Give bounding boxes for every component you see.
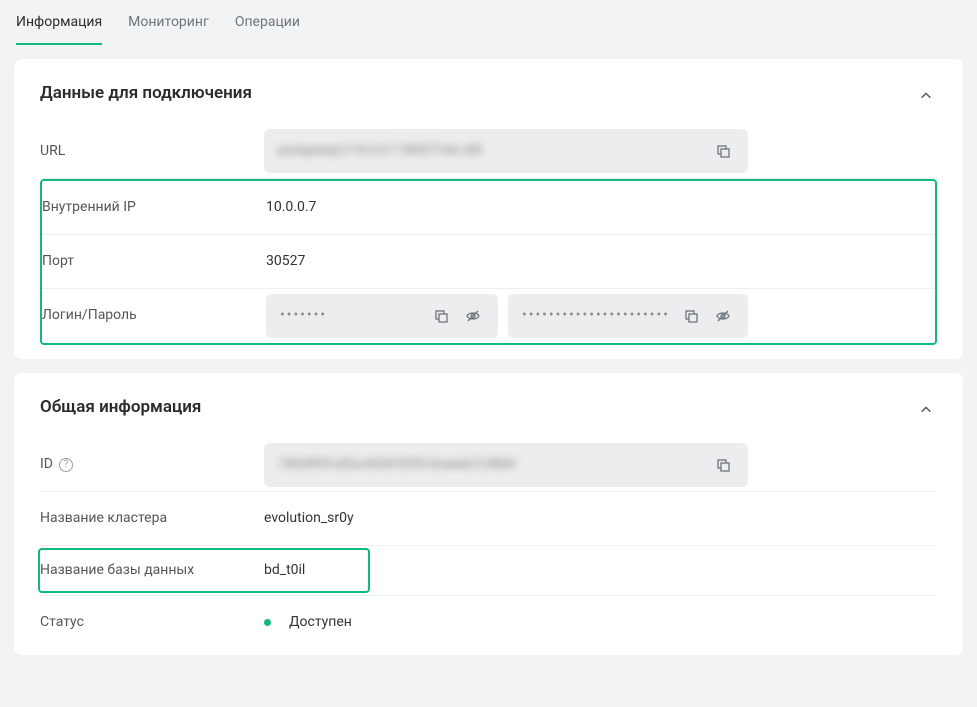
card-connection: Данные для подключения URL postgresql://… bbox=[14, 59, 963, 359]
status-text: Доступен bbox=[289, 612, 352, 633]
row-login-password: Логин/Пароль ••••••• •••••••••••••••••••… bbox=[42, 289, 935, 343]
row-status: Статус Доступен bbox=[40, 595, 937, 649]
label-id-text: ID bbox=[40, 454, 53, 475]
copy-icon bbox=[683, 308, 699, 324]
url-box: postgresql://10.0.0.7:30527/bd_t0il bbox=[264, 129, 748, 173]
highlight-db-name: Название базы данных bd_t0il bbox=[38, 548, 370, 593]
row-internal-ip: Внутренний IP 10.0.0.7 bbox=[42, 181, 935, 235]
port-text: 30527 bbox=[266, 251, 305, 272]
label-id: ID ? bbox=[40, 454, 264, 475]
page-root: Информация Мониторинг Операции Данные дл… bbox=[0, 0, 977, 655]
label-port: Порт bbox=[42, 251, 266, 272]
value-db-name: bd_t0il bbox=[264, 560, 368, 581]
db-name-text: bd_t0il bbox=[264, 560, 305, 581]
label-status: Статус bbox=[40, 612, 264, 633]
password-box: •••••••••••••••••••••••••••••••••... bbox=[508, 294, 748, 338]
value-port: 30527 bbox=[266, 251, 935, 272]
label-url: URL bbox=[40, 141, 264, 162]
url-blurred-text: postgresql://10.0.0.7:30527/bd_t0il bbox=[278, 141, 702, 161]
label-login-password: Логин/Пароль bbox=[42, 305, 266, 326]
highlight-connection-fields: Внутренний IP 10.0.0.7 Порт 30527 Логин/… bbox=[40, 179, 937, 345]
toggle-login-visibility[interactable] bbox=[462, 305, 484, 327]
value-url: postgresql://10.0.0.7:30527/bd_t0il bbox=[264, 129, 937, 173]
info-icon[interactable]: ? bbox=[59, 458, 73, 472]
card-general-title: Общая информация bbox=[40, 395, 937, 421]
status-dot-icon bbox=[264, 619, 271, 626]
copy-icon bbox=[433, 308, 449, 324]
internal-ip-text: 10.0.0.7 bbox=[266, 197, 316, 218]
collapse-toggle-connection[interactable] bbox=[915, 85, 937, 107]
value-internal-ip: 10.0.0.7 bbox=[266, 197, 935, 218]
password-masked: •••••••••••••••••••••••••••••••••... bbox=[522, 305, 670, 326]
row-id: ID ? 74639f3f-af2a-4628-9333-dcaeeb7c384… bbox=[40, 438, 937, 492]
copy-icon bbox=[715, 457, 731, 473]
card-connection-title: Данные для подключения bbox=[40, 81, 937, 107]
cluster-name-text: evolution_sr0y bbox=[264, 508, 354, 529]
tabs-bar: Информация Мониторинг Операции bbox=[0, 0, 977, 45]
tab-monitoring[interactable]: Мониторинг bbox=[128, 12, 209, 45]
card-general: Общая информация ID ? 74639f3f-af2a-4628… bbox=[14, 373, 963, 656]
copy-login-button[interactable] bbox=[430, 305, 452, 327]
row-port: Порт 30527 bbox=[42, 235, 935, 289]
copy-url-button[interactable] bbox=[712, 140, 734, 162]
row-cluster-name: Название кластера evolution_sr0y bbox=[40, 492, 937, 546]
id-blurred-text: 74639f3f-af2a-4628-9333-dcaeeb7c3844 bbox=[278, 455, 702, 475]
row-url: URL postgresql://10.0.0.7:30527/bd_t0il bbox=[40, 125, 937, 179]
copy-password-button[interactable] bbox=[680, 305, 702, 327]
login-box: ••••••• bbox=[266, 294, 498, 338]
value-id: 74639f3f-af2a-4628-9333-dcaeeb7c3844 bbox=[264, 443, 937, 487]
collapse-toggle-general[interactable] bbox=[915, 399, 937, 421]
value-cluster-name: evolution_sr0y bbox=[264, 508, 937, 529]
login-masked: ••••••• bbox=[280, 305, 420, 326]
copy-id-button[interactable] bbox=[712, 454, 734, 476]
id-box: 74639f3f-af2a-4628-9333-dcaeeb7c3844 bbox=[264, 443, 748, 487]
value-login-password: ••••••• ••••••••••••••••••••••••••••••••… bbox=[266, 294, 935, 338]
chevron-up-icon bbox=[919, 89, 933, 103]
eye-off-icon bbox=[465, 308, 481, 324]
eye-off-icon bbox=[715, 308, 731, 324]
chevron-up-icon bbox=[919, 403, 933, 417]
copy-icon bbox=[715, 143, 731, 159]
value-status: Доступен bbox=[264, 612, 937, 633]
label-internal-ip: Внутренний IP bbox=[42, 197, 266, 218]
toggle-password-visibility[interactable] bbox=[712, 305, 734, 327]
tab-info[interactable]: Информация bbox=[16, 12, 102, 45]
label-cluster-name: Название кластера bbox=[40, 508, 264, 529]
tab-operations[interactable]: Операции bbox=[235, 12, 300, 45]
label-db-name: Название базы данных bbox=[40, 560, 264, 581]
